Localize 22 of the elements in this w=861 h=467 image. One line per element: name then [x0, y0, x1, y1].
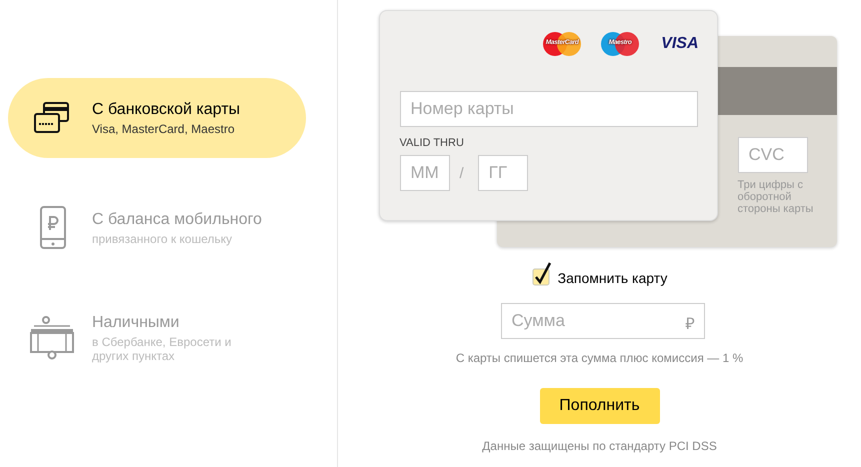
security-note: Данные защищены по стандарту PCI DSS	[482, 439, 717, 453]
year-field[interactable]: ГГ	[478, 155, 528, 191]
method-title: Наличными	[92, 314, 180, 332]
cvc-field[interactable]: CVC	[738, 137, 808, 173]
method-title: С банковской карты	[92, 100, 242, 118]
method-title: С баланса мобильного	[92, 210, 263, 228]
cvc-hint: Три цифры с оборотной стороны карты	[738, 179, 814, 215]
method-subtitle: в Сбербанке, Евросети и других пунктах	[92, 334, 232, 362]
valid-thru-label: VALID THRU	[400, 137, 465, 149]
cash-terminal-icon	[28, 316, 76, 360]
visa-logo: VISA	[661, 35, 698, 53]
card-number-field[interactable]: Номер карты	[400, 91, 698, 127]
method-subtitle: привязанного к кошельку	[92, 232, 234, 246]
month-field[interactable]: ММ	[400, 155, 450, 191]
ruble-sign: ₽	[686, 315, 694, 334]
remember-checkbox[interactable]	[532, 262, 552, 286]
payment-method-item[interactable]: С банковской карты Visa, MasterCard, Maestro	[8, 78, 306, 158]
top-up-button[interactable]: Пополнить	[540, 388, 660, 424]
commission-note: С карты спишется эта сумма плюс комиссия — 1 %	[456, 351, 744, 365]
date-separator: /	[460, 164, 464, 182]
method-subtitle: Visa, MasterCard, Maestro	[92, 122, 236, 136]
remember-label: Запомнить карту	[558, 270, 668, 286]
